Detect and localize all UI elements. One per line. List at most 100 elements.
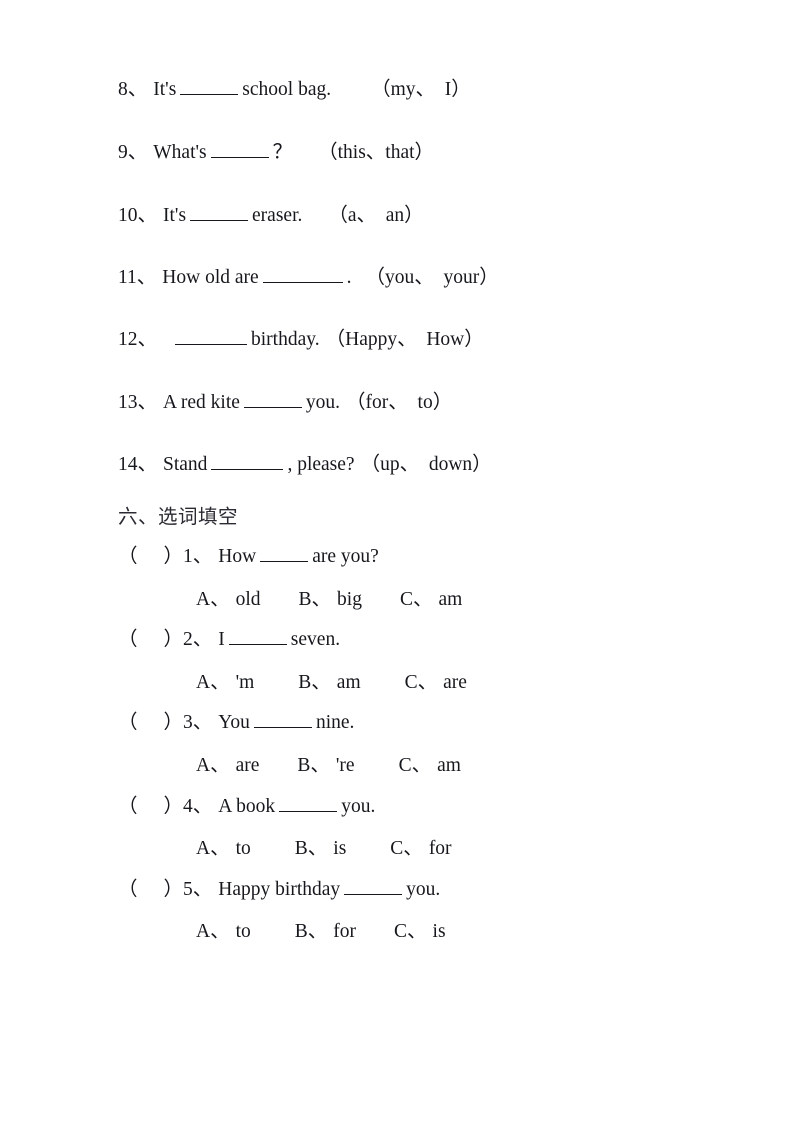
answer-bracket-close: ） <box>163 546 184 567</box>
answer-bracket-close: ） <box>163 629 184 650</box>
option-text[interactable]: 're <box>336 755 355 776</box>
item-text-after: . <box>346 267 352 288</box>
question-number: 3、 <box>183 712 213 733</box>
question-text-before: How <box>218 546 257 567</box>
option-text[interactable]: are <box>443 672 467 693</box>
item-text-before: How old are <box>162 267 259 288</box>
item-number: 11、 <box>118 267 157 288</box>
item-choices: （Happy、 How） <box>325 329 484 350</box>
fill-item-12: 12、 birthday. （Happy、 How） <box>118 328 484 352</box>
answer-blank[interactable] <box>344 880 403 895</box>
option-text[interactable]: to <box>236 838 251 859</box>
question-text-before: I <box>218 629 225 650</box>
item-number: 8、 <box>118 79 148 100</box>
option-text[interactable]: 'm <box>236 672 255 693</box>
answer-blank[interactable] <box>262 268 343 283</box>
answer-blank[interactable] <box>211 455 284 470</box>
item-text-after: eraser. <box>252 205 303 226</box>
fill-item-11: 11、 How old are. （you、 your） <box>118 266 499 290</box>
item-number: 9、 <box>118 142 148 163</box>
item-choices: （my、 I） <box>371 79 471 100</box>
option-letter: C、 <box>398 755 432 776</box>
answer-bracket-open: （ <box>118 629 138 650</box>
answer-bracket-close: ） <box>163 879 184 900</box>
option-letter: B、 <box>294 838 328 859</box>
question-text-after: you. <box>406 879 441 900</box>
option-text[interactable]: for <box>333 921 356 942</box>
answer-blank[interactable] <box>180 80 239 95</box>
option-text[interactable]: for <box>429 838 452 859</box>
option-letter: A、 <box>196 838 230 859</box>
worksheet-page: 8、 It's school bag. （my、 I） 9、 What's？（this、… <box>0 0 794 1123</box>
option-letter: B、 <box>298 589 332 610</box>
item-choices: （up、 down） <box>360 454 492 475</box>
choice-options-3: A、 are B、 're C、 am <box>196 754 461 778</box>
question-text-after: nine. <box>315 712 355 733</box>
answer-blank[interactable] <box>279 797 338 812</box>
item-text-before: It's <box>153 79 177 100</box>
item-number: 12、 <box>118 329 158 350</box>
choice-options-4: A、 to B、 is C、 for <box>196 837 452 861</box>
answer-bracket-open: （ <box>118 879 138 900</box>
option-text[interactable]: are <box>236 755 260 776</box>
option-letter: B、 <box>298 672 331 693</box>
choice-options-1: A、 old B、 big C、 am <box>196 588 462 612</box>
option-text[interactable]: am <box>438 589 462 610</box>
answer-blank[interactable] <box>210 143 269 158</box>
answer-bracket-close: ） <box>163 796 184 817</box>
option-text[interactable]: is <box>333 838 346 859</box>
fill-item-10: 10、 It's eraser. （a、 an） <box>118 204 424 228</box>
answer-bracket-close: ） <box>163 712 184 733</box>
item-number: 13、 <box>118 392 158 413</box>
option-letter: A、 <box>196 589 230 610</box>
option-text[interactable]: to <box>236 921 251 942</box>
option-text[interactable]: old <box>236 589 261 610</box>
question-text-after: you. <box>341 796 376 817</box>
item-text-before: A red kite <box>163 392 240 413</box>
option-text[interactable]: big <box>337 589 362 610</box>
choice-question-4: （ ）4、 A book you. <box>118 795 375 819</box>
option-letter: B、 <box>297 755 330 776</box>
item-choices: （for、 to） <box>346 392 453 413</box>
answer-blank[interactable] <box>260 547 309 562</box>
option-letter: C、 <box>404 672 438 693</box>
option-letter: A、 <box>196 755 230 776</box>
choice-options-5: A、 to B、 for C、 is <box>196 920 446 944</box>
choice-question-1: （ ）1、 How are you? <box>118 545 379 569</box>
answer-bracket-open: （ <box>118 546 138 567</box>
question-number: 1、 <box>183 546 213 567</box>
choice-options-2: A、 'm B、 am C、 are <box>196 671 467 695</box>
choice-question-2: （ ）2、 Iseven. <box>118 628 340 652</box>
item-text-after: , please? <box>287 454 355 475</box>
answer-blank[interactable] <box>253 713 312 728</box>
fill-item-8: 8、 It's school bag. （my、 I） <box>118 78 471 102</box>
item-text-before: Stand <box>163 454 208 475</box>
question-number: 5、 <box>183 879 213 900</box>
choice-question-5: （ ）5、 Happy birthday you. <box>118 878 440 902</box>
answer-blank[interactable] <box>175 330 248 345</box>
answer-blank[interactable] <box>228 630 287 645</box>
question-text-after: are you? <box>312 546 379 567</box>
question-text-before: You <box>218 712 250 733</box>
option-text[interactable]: am <box>437 755 461 776</box>
answer-bracket-open: （ <box>118 796 138 817</box>
item-text-after: you. <box>305 392 341 413</box>
question-number: 2、 <box>183 629 213 650</box>
choice-question-3: （ ）3、 You nine. <box>118 711 354 735</box>
question-text-before: Happy birthday <box>218 879 341 900</box>
item-text-after: birthday. <box>251 329 320 350</box>
question-text-before: A book <box>218 796 276 817</box>
answer-bracket-open: （ <box>118 712 138 733</box>
option-text[interactable]: is <box>433 921 446 942</box>
answer-blank[interactable] <box>243 393 302 408</box>
item-choices: （this、that） <box>318 142 435 163</box>
option-text[interactable]: am <box>337 672 361 693</box>
question-text-after: seven. <box>290 629 341 650</box>
item-number: 14、 <box>118 454 158 475</box>
option-letter: B、 <box>294 921 328 942</box>
item-text-after: ？ <box>272 142 293 163</box>
fill-item-13: 13、 A red kite you. （for、 to） <box>118 391 452 415</box>
item-text-after: school bag. <box>242 79 332 100</box>
answer-blank[interactable] <box>190 206 249 221</box>
option-letter: C、 <box>394 921 427 942</box>
